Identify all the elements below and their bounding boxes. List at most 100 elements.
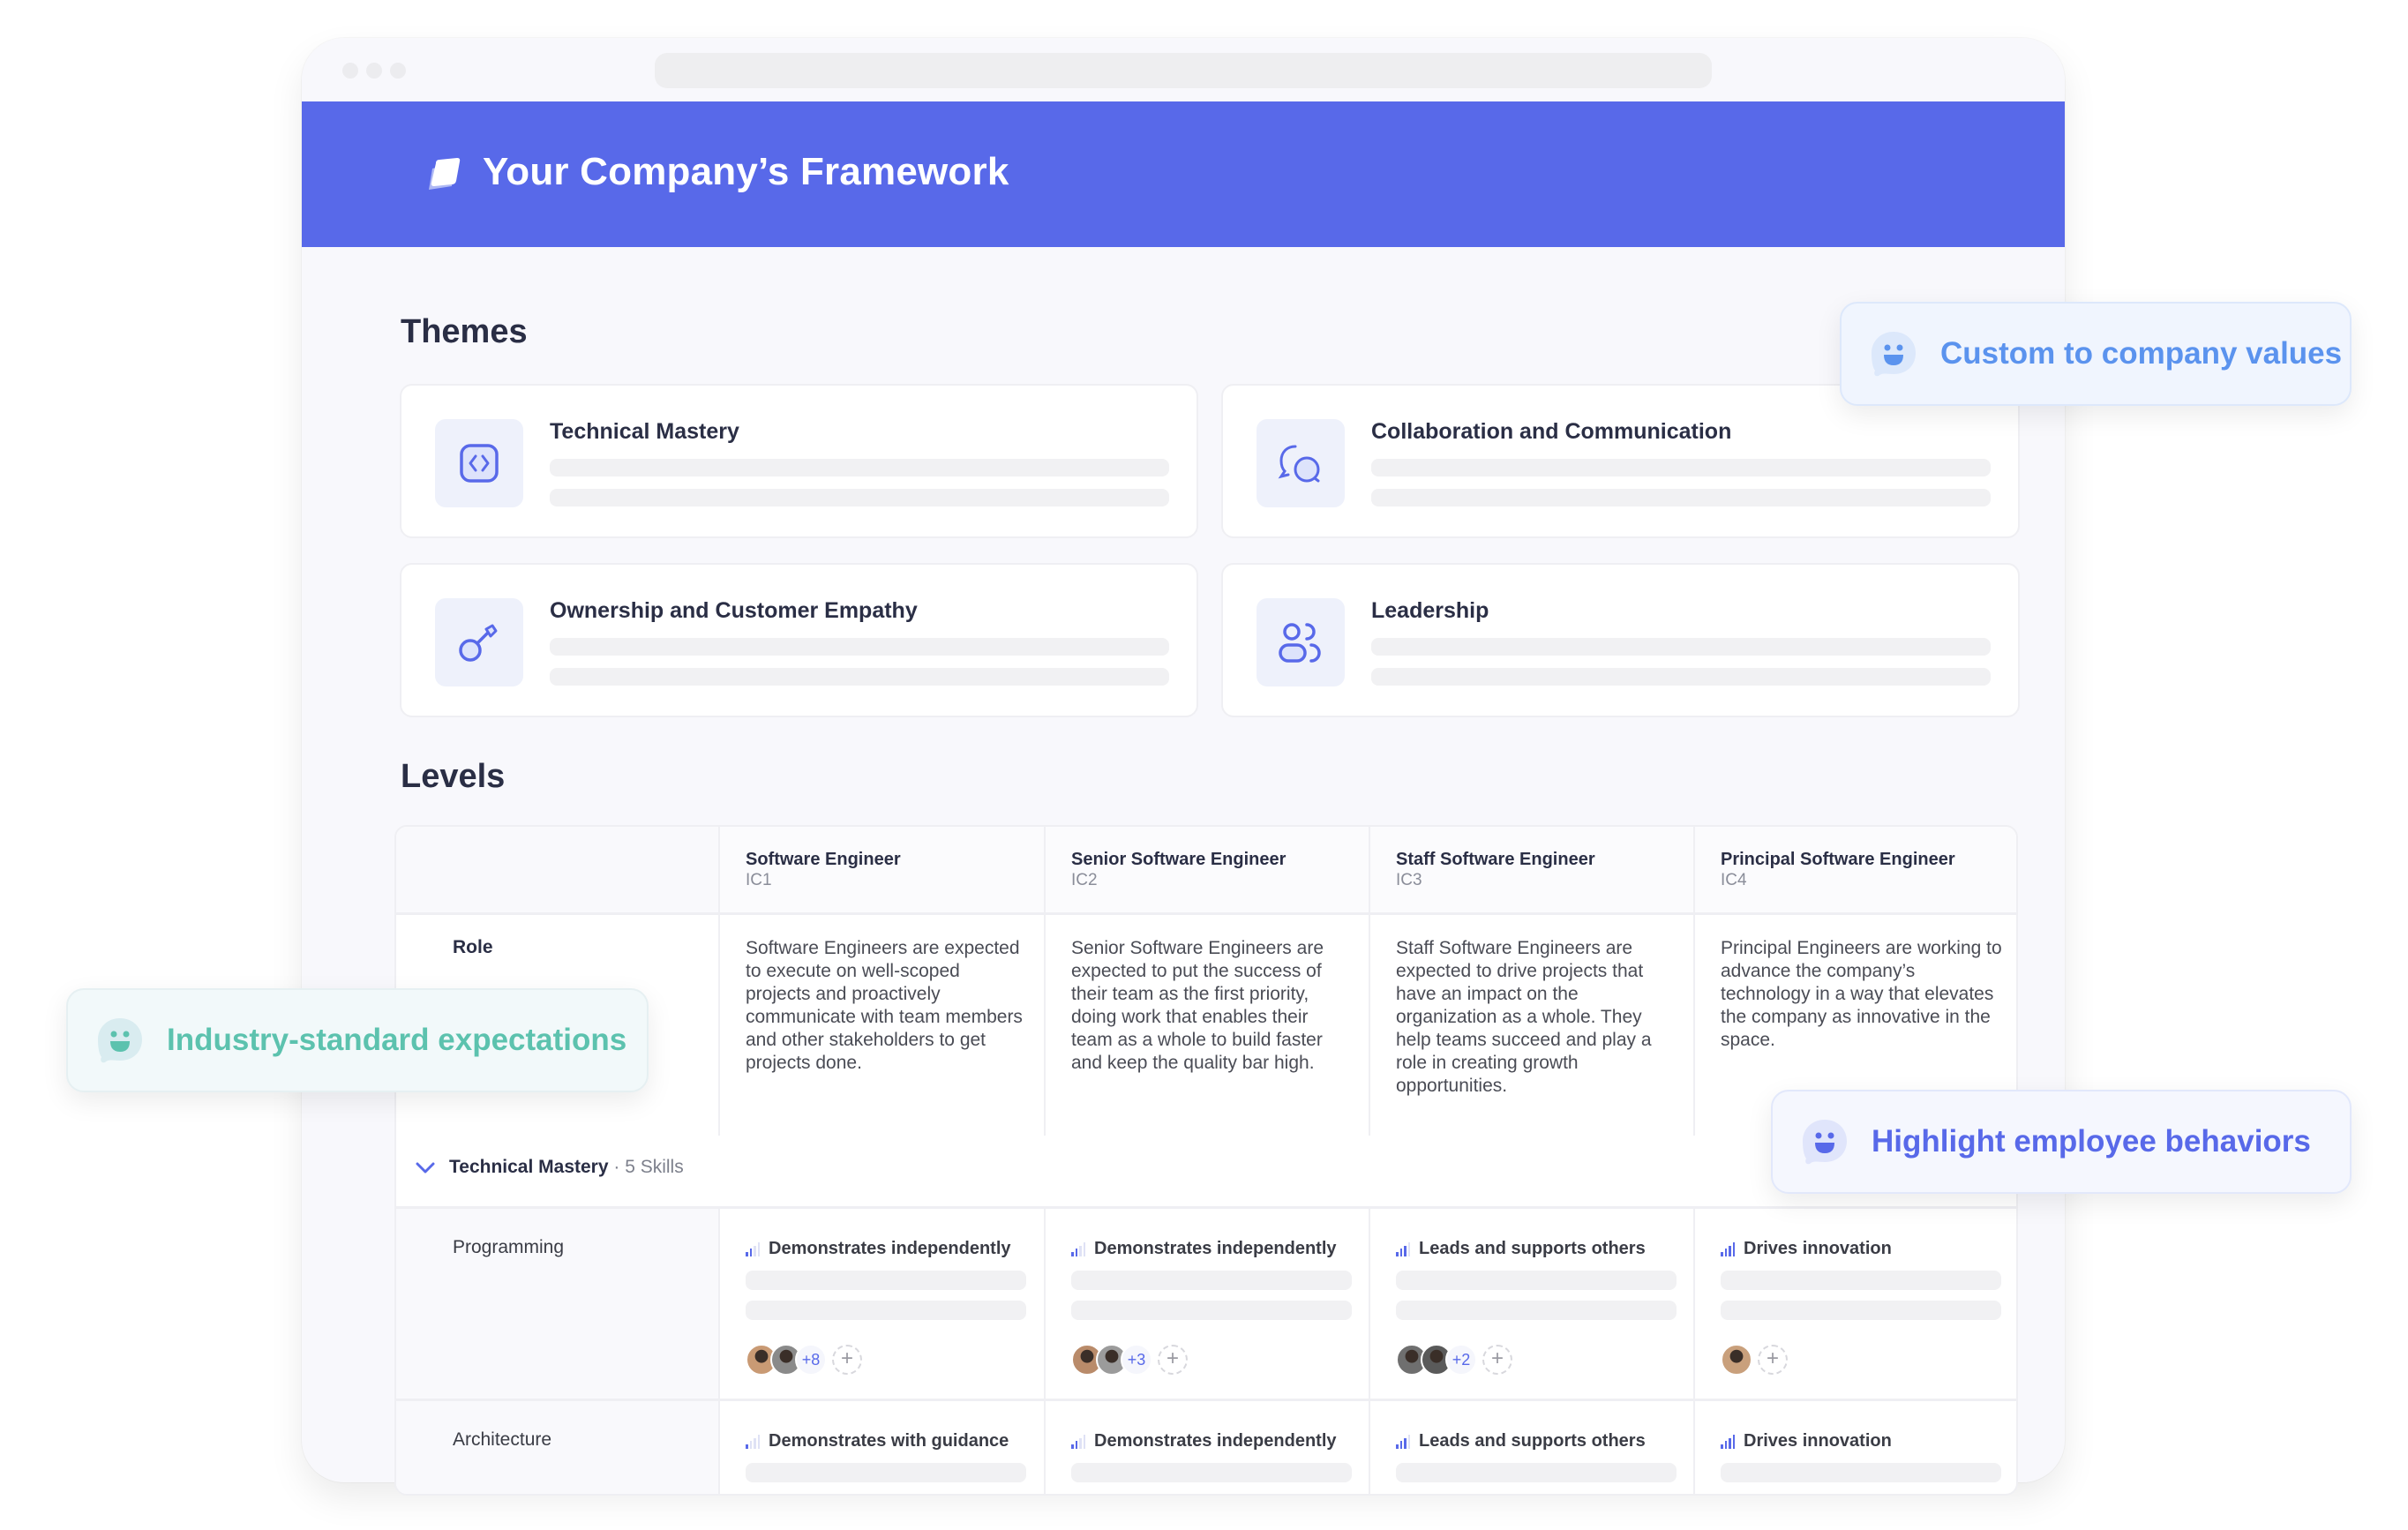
proficiency-level[interactable]: Leads and supports others [1396,1431,1646,1451]
add-employee-button[interactable]: + [832,1345,862,1375]
skeleton-line [1071,1301,1352,1320]
row-divider [396,1399,2016,1401]
proficiency-label: Demonstrates with guidance [769,1431,1009,1451]
badge-employee-behaviors: Highlight employee behaviors [1771,1090,2352,1194]
skeleton-line [1371,459,1991,476]
badge-custom-values: Custom to company values [1840,302,2352,406]
skeleton-line [1396,1271,1677,1290]
skeleton-line [550,638,1169,656]
add-employee-button[interactable]: + [1158,1345,1188,1375]
skeleton-line [1371,668,1991,686]
proficiency-level[interactable]: Demonstrates independently [1071,1431,1337,1451]
theme-group-title: Technical Mastery · 5 Skills [449,1157,684,1178]
proficiency-level[interactable]: Drives innovation [1721,1239,1892,1259]
skeleton-line [1371,638,1991,656]
level-code: IC2 [1071,871,1098,889]
theme-card-collaboration[interactable]: Collaboration and Communication [1221,384,2020,538]
role-description: Senior Software Engineers are expected t… [1071,938,1324,1073]
smiley-chat-icon [1803,1120,1847,1165]
badge-text: Highlight employee behaviors [1872,1124,2311,1159]
proficiency-signal-icon [1071,1242,1085,1256]
smiley-chat-icon [98,1018,142,1063]
role-row-label: Role [453,937,493,957]
employee-avatars: +2 + [1396,1344,1512,1376]
theme-name: Leadership [1371,598,1489,623]
proficiency-signal-icon [1396,1435,1410,1449]
skeleton-line [746,1271,1026,1290]
row-divider [396,912,2016,915]
proficiency-level[interactable]: Drives innovation [1721,1431,1892,1451]
proficiency-level[interactable]: Demonstrates independently [1071,1239,1337,1259]
theme-card-technical-mastery[interactable]: Technical Mastery [400,384,1198,538]
skeleton-line [550,459,1169,476]
avatar[interactable] [1721,1344,1752,1376]
row-divider [396,1206,2016,1209]
proficiency-signal-icon [746,1435,760,1449]
skeleton-line [1396,1463,1677,1482]
proficiency-level[interactable]: Demonstrates independently [746,1239,1011,1259]
badge-text: Industry-standard expectations [167,1023,627,1057]
framework-logo-icon [429,158,461,190]
proficiency-level[interactable]: Demonstrates with guidance [746,1431,1009,1451]
code-icon [435,419,523,507]
skeleton-line [1721,1271,2001,1290]
role-description: Principal Engineers are working to advan… [1721,938,2002,1050]
more-employees-count[interactable]: +2 [1445,1344,1477,1376]
proficiency-signal-icon [1721,1435,1735,1449]
chevron-down-icon[interactable] [416,1162,435,1174]
skeleton-line [746,1301,1026,1320]
badge-industry-standard: Industry-standard expectations [66,988,649,1092]
add-employee-button[interactable]: + [1482,1345,1512,1375]
levels-heading: Levels [401,758,506,795]
proficiency-label: Leads and supports others [1419,1431,1646,1451]
skill-name[interactable]: Architecture [453,1429,551,1451]
chat-bubbles-icon [1257,419,1345,507]
level-column-title[interactable]: Senior Software Engineer [1071,850,1286,870]
skills-count: · 5 Skills [608,1157,684,1177]
level-code: IC1 [746,871,772,889]
themes-heading: Themes [401,313,528,350]
proficiency-label: Drives innovation [1744,1239,1892,1258]
framework-header: Your Company’s Framework [302,101,2065,247]
more-employees-count[interactable]: +3 [1121,1344,1152,1376]
theme-name: Collaboration and Communication [1371,419,1732,444]
skeleton-line [1721,1301,2001,1320]
level-column-title[interactable]: Staff Software Engineer [1396,850,1595,870]
skeleton-line [746,1463,1026,1482]
theme-card-leadership[interactable]: Leadership [1221,563,2020,717]
proficiency-label: Drives innovation [1744,1431,1892,1451]
smiley-chat-icon [1872,332,1916,377]
employee-avatars: + [1721,1344,1788,1376]
page-title: Your Company’s Framework [483,150,1009,193]
browser-chrome [302,38,2065,101]
skeleton-line [1071,1463,1352,1482]
skeleton-line [1371,489,1991,506]
window-close-dot[interactable] [342,63,358,79]
level-column-title[interactable]: Software Engineer [746,850,901,870]
skeleton-line [1721,1463,2001,1482]
proficiency-signal-icon [1721,1242,1735,1256]
skeleton-line [1396,1301,1677,1320]
theme-name: Technical Mastery [550,419,739,444]
proficiency-signal-icon [1071,1435,1085,1449]
badge-text: Custom to company values [1940,336,2343,371]
level-column-title[interactable]: Principal Software Engineer [1721,850,1955,870]
level-code: IC3 [1396,871,1422,889]
proficiency-label: Leads and supports others [1419,1239,1646,1258]
users-icon [1257,598,1345,686]
window-minimize-dot[interactable] [366,63,382,79]
table-corner [396,827,718,912]
proficiency-level[interactable]: Leads and supports others [1396,1239,1646,1259]
skill-name[interactable]: Programming [453,1237,564,1258]
skeleton-line [1071,1271,1352,1290]
proficiency-signal-icon [1396,1242,1410,1256]
proficiency-signal-icon [746,1242,760,1256]
add-employee-button[interactable]: + [1758,1345,1788,1375]
theme-card-ownership[interactable]: Ownership and Customer Empathy [400,563,1198,717]
window-maximize-dot[interactable] [390,63,406,79]
more-employees-count[interactable]: +8 [795,1344,827,1376]
address-bar[interactable] [655,53,1712,88]
proficiency-label: Demonstrates independently [769,1239,1011,1258]
role-description: Staff Software Engineers are expected to… [1396,938,1652,1096]
role-description: Software Engineers are expected to execu… [746,938,1023,1073]
